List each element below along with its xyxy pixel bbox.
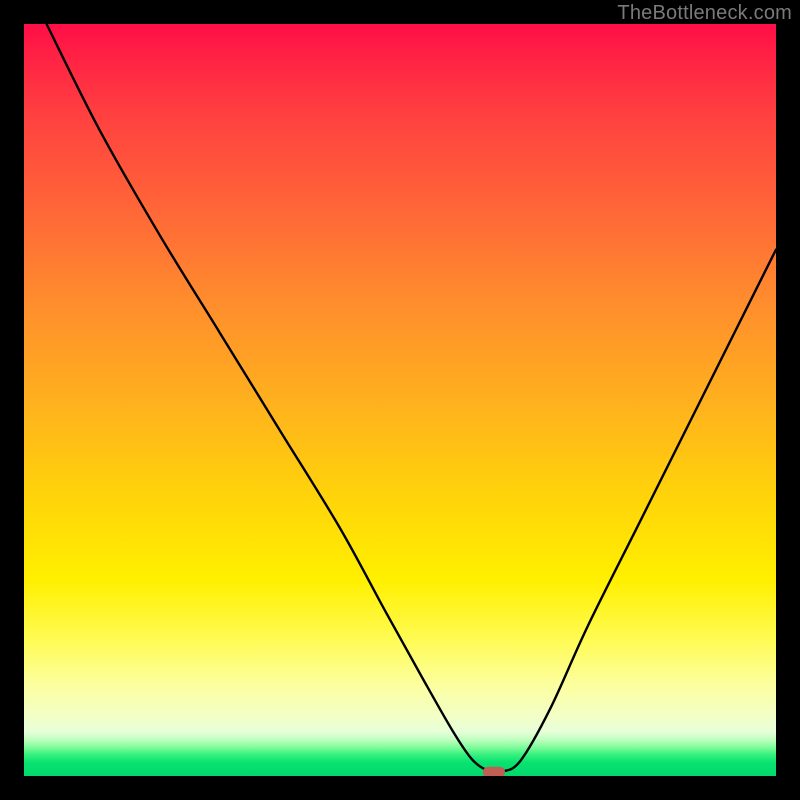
chart-frame: TheBottleneck.com [0, 0, 800, 800]
plot-area [24, 24, 776, 776]
optimal-marker [483, 767, 505, 776]
watermark-text: TheBottleneck.com [617, 2, 792, 25]
curve-layer [24, 24, 776, 776]
bottleneck-curve [47, 24, 776, 772]
